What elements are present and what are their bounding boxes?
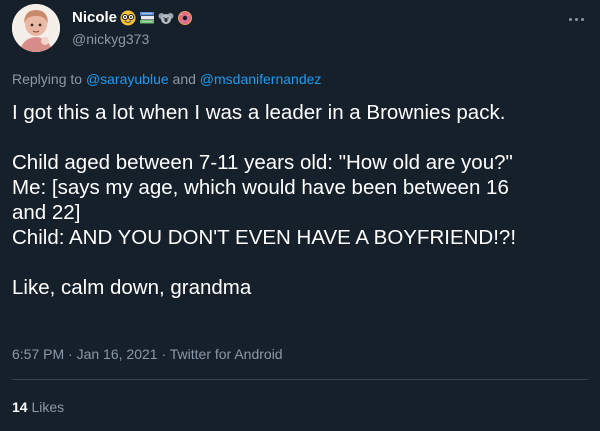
replying-to-conjunction: and	[172, 71, 196, 87]
meta-separator: ·	[161, 346, 167, 362]
author-handle[interactable]: @nickyg373	[72, 30, 193, 48]
likes-stat[interactable]: 14 Likes	[12, 398, 64, 416]
mention-link-1[interactable]: @sarayublue	[86, 71, 169, 87]
tweet-text-line: Child: AND YOU DON'T EVEN HAVE A BOYFRIE…	[12, 226, 517, 249]
author-name-row: Nicole	[72, 8, 193, 28]
more-dot	[580, 17, 584, 21]
tweet-meta: 6:57 PM · Jan 16, 2021 · Twitter for And…	[12, 345, 283, 363]
tweet-card: Nicole @nickyg373 Replying to @sarayublu…	[0, 0, 600, 431]
tweet-time[interactable]: 6:57 PM	[12, 346, 64, 362]
tweet-source[interactable]: Twitter for Android	[170, 346, 283, 362]
mention-link-2[interactable]: @msdanifernandez	[200, 71, 322, 87]
books-emoji-icon	[140, 12, 155, 24]
replying-to-prefix: Replying to	[12, 71, 83, 87]
author-info: Nicole @nickyg373	[72, 8, 193, 48]
more-dots-icon[interactable]	[564, 12, 588, 26]
replying-to: Replying to @sarayublue and @msdaniferna…	[12, 70, 321, 88]
tweet-header: Nicole @nickyg373	[12, 4, 588, 56]
tweet-text-line: and 22]	[12, 201, 81, 224]
likes-count: 14	[12, 399, 28, 415]
tweet-text-line: Me: [says my age, which would have been …	[12, 176, 509, 199]
meta-separator: ·	[68, 346, 73, 362]
tweet-date[interactable]: Jan 16, 2021	[77, 346, 158, 362]
divider	[12, 379, 588, 380]
more-dot	[568, 17, 572, 21]
author-display-name[interactable]: Nicole	[72, 8, 117, 28]
tweet-text-line: Child aged between 7-11 years old: "How …	[12, 151, 513, 174]
nerd-face-emoji-icon	[120, 10, 136, 26]
tweet-text-line: Like, calm down, grandma	[12, 276, 252, 299]
tweet-text-line: I got this a lot when I was a leader in …	[12, 101, 506, 124]
avatar[interactable]	[12, 4, 60, 52]
tweet-body: I got this a lot when I was a leader in …	[12, 100, 588, 300]
avatar-illustration-icon	[12, 4, 60, 52]
koala-emoji-icon	[158, 13, 174, 24]
donut-emoji-icon	[178, 11, 193, 25]
more-dot	[574, 17, 578, 21]
likes-label: Likes	[31, 399, 65, 415]
